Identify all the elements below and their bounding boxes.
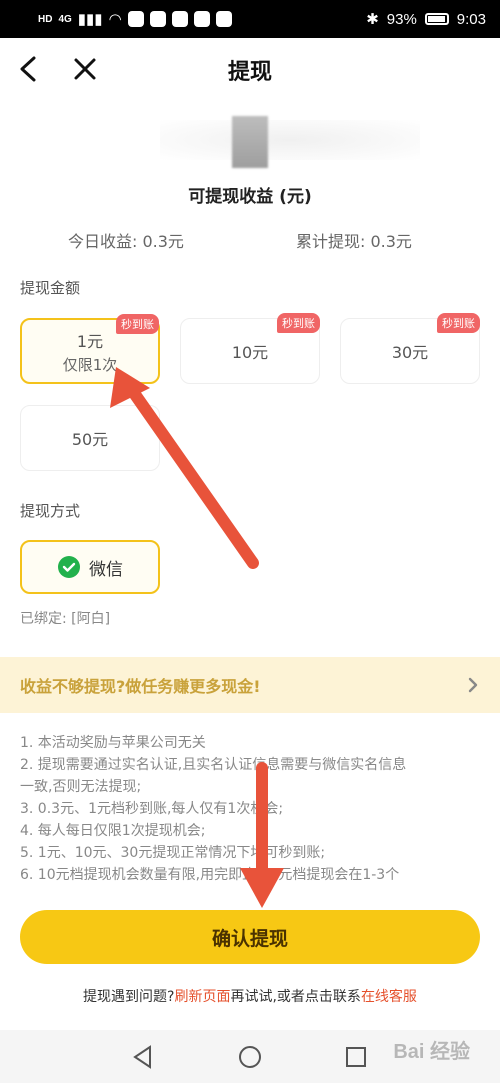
rule-item: 6. 10元档提现机会数量有限,用完即止,50元档提现会在1-3个 [20, 867, 400, 883]
help-text: 提现遇到问题?刷新页面再试试,或者点击联系在线客服 [0, 986, 500, 1006]
rule-item: 4. 每人每日仅限1次提现机会; [20, 823, 206, 839]
amount-value: 1元 [76, 331, 104, 351]
back-triangle-icon[interactable] [130, 1044, 156, 1070]
app-notification-icon [193, 11, 210, 27]
amount-option-50[interactable]: 50元 [20, 405, 160, 471]
online-service-link[interactable]: 在线客服 [361, 989, 417, 1005]
app-notification-icon [149, 11, 166, 27]
nav-bar: 提现 [0, 38, 500, 102]
amount-section-title: 提现金额 [20, 279, 81, 297]
page-title: 提现 [227, 60, 272, 85]
amount-value: 50元 [71, 430, 109, 449]
hd-indicator: HD [38, 13, 53, 25]
rule-item: 3. 0.3元、1元档秒到账,每人仅有1次机会; [20, 801, 284, 817]
wechat-icon [58, 556, 80, 578]
confirm-withdraw-button[interactable]: 确认提现 [20, 910, 480, 964]
balance-blurred [160, 120, 420, 160]
amount-option-1[interactable]: 1元 仅限1次 秒到账 [20, 314, 160, 384]
chevron-left-icon[interactable] [14, 52, 44, 86]
instant-badge: 秒到账 [437, 313, 480, 333]
balance-label: 可提现收益 (元) [188, 187, 312, 207]
amount-value: 30元 [391, 343, 429, 362]
amount-note: 仅限1次 [62, 355, 118, 374]
app-notification-icon [127, 11, 144, 27]
bluetooth-icon: ✱ [366, 11, 379, 28]
help-prefix: 提现遇到问题? [83, 989, 175, 1005]
wifi-icon: ◠ [108, 11, 122, 28]
home-circle-icon[interactable] [237, 1044, 263, 1070]
help-middle: 再试试,或者点击联系 [230, 989, 361, 1005]
promo-text: 收益不够提现?做任务赚更多现金! [20, 677, 261, 696]
battery-percent: 93% [386, 10, 417, 28]
app-notification-icon [215, 11, 232, 27]
status-bar: HD 4G ▮▮▮ ◠ ✱ 93% 9:03 [0, 0, 500, 38]
bound-account: 已绑定: [阿白] [20, 611, 111, 627]
method-label: 微信 [89, 559, 123, 580]
income-stats: 今日收益: 0.3元 累计提现: 0.3元 [0, 228, 500, 252]
balance-value-blurred [232, 116, 268, 168]
app-notification-icon [171, 11, 188, 27]
method-section-title: 提现方式 [20, 502, 81, 520]
method-wechat[interactable]: 微信 [20, 540, 160, 594]
battery-icon [424, 13, 449, 25]
network-indicator: 4G [58, 13, 72, 25]
rule-item: 5. 1元、10元、30元提现正常情况下均可秒到账; [20, 845, 326, 861]
recents-square-icon[interactable] [343, 1044, 369, 1070]
amount-value: 10元 [231, 343, 269, 362]
close-icon[interactable] [70, 52, 100, 86]
instant-badge: 秒到账 [277, 313, 320, 333]
amount-option-30[interactable]: 30元 秒到账 [340, 313, 480, 384]
rules-list: 1. 本活动奖励与苹果公司无关 2. 提现需要通过实名认证,且实名认证信息需要与… [20, 732, 480, 886]
amount-option-10[interactable]: 10元 秒到账 [180, 313, 320, 384]
watermark-logo: Bai 经验 [393, 1041, 470, 1063]
refresh-page-link[interactable]: 刷新页面 [174, 989, 230, 1005]
rule-item: 2. 提现需要通过实名认证,且实名认证信息需要与微信实名信息 [20, 757, 407, 773]
rule-item: 一致,否则无法提现; [20, 779, 142, 795]
signal-icon: ▮▮▮ [77, 11, 103, 28]
chevron-right-icon [468, 677, 478, 693]
rule-item: 1. 本活动奖励与苹果公司无关 [20, 735, 206, 751]
instant-badge: 秒到账 [116, 314, 159, 334]
total-withdrawn: 累计提现: 0.3元 [296, 232, 412, 251]
promo-banner[interactable]: 收益不够提现?做任务赚更多现金! [0, 657, 500, 713]
today-income: 今日收益: 0.3元 [68, 232, 184, 251]
clock: 9:03 [456, 10, 486, 28]
